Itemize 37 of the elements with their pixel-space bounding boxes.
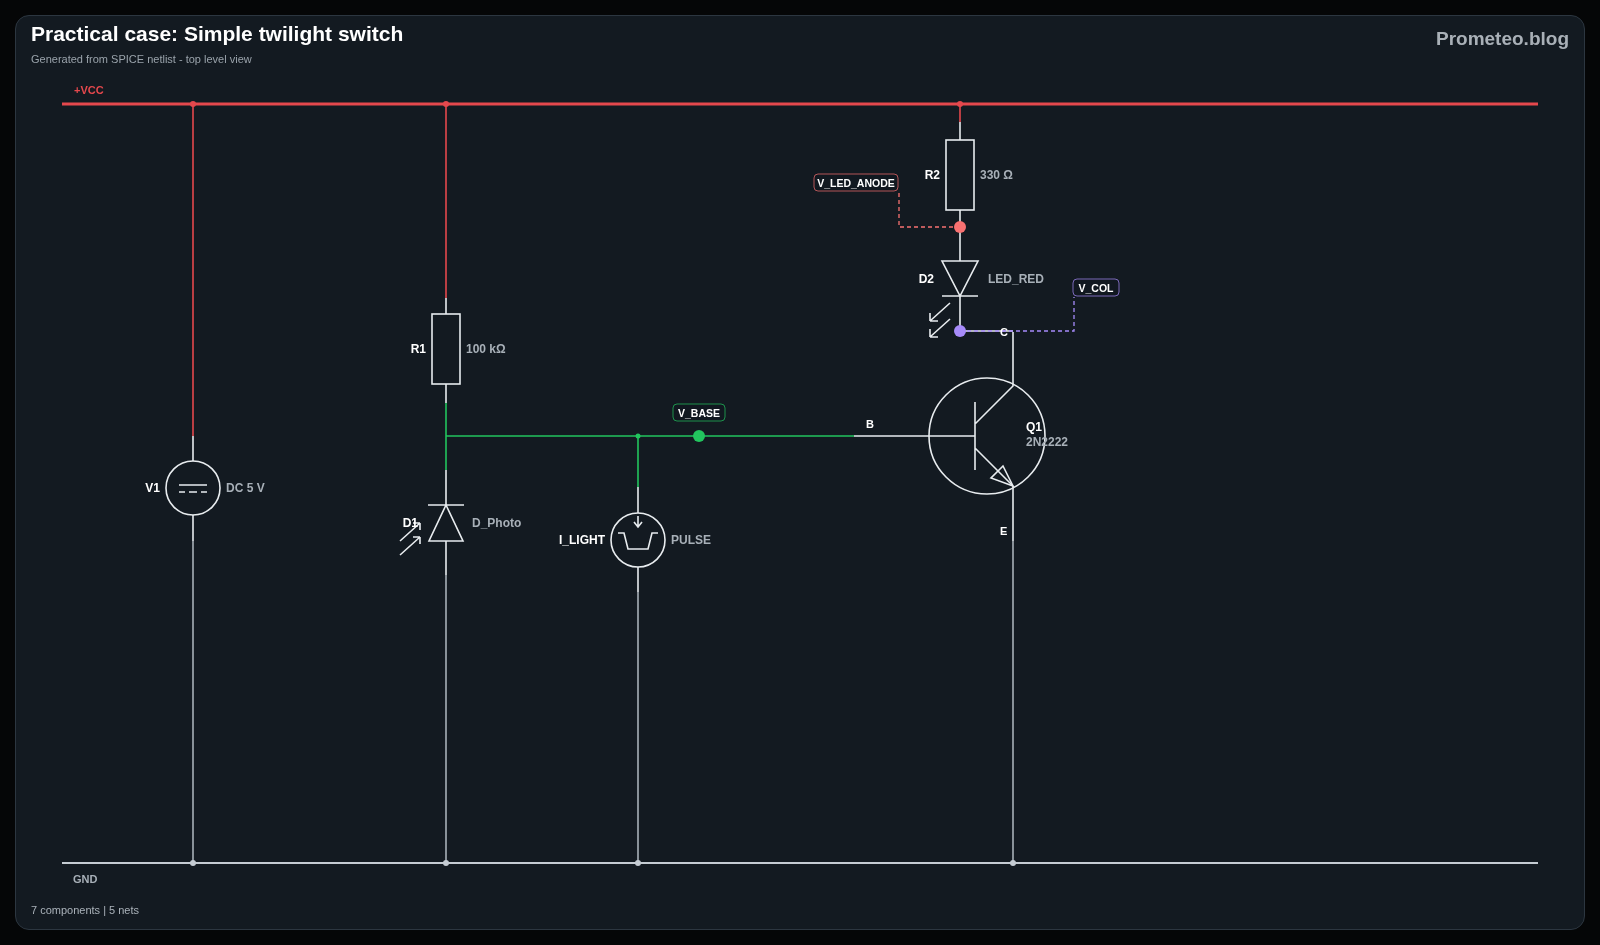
rail-label: GND: [73, 873, 98, 885]
component-ref: R2: [924, 168, 940, 182]
component-ref: Q1: [1026, 420, 1042, 434]
component-ref: R1: [410, 342, 426, 356]
junction-dot: [443, 101, 449, 107]
component-value: DC 5 V: [226, 481, 265, 495]
footer-status: 7 components | 5 nets: [30, 903, 141, 918]
net-label: V_COL: [1078, 282, 1114, 294]
junction-dot: [635, 860, 641, 866]
component-value: PULSE: [671, 533, 711, 547]
pulse-source-symbol: [610, 512, 666, 568]
dc-source-symbol: [165, 460, 221, 516]
net-label: V_BASE: [678, 407, 720, 419]
junction-dot: [443, 860, 449, 866]
component-ref: D2: [918, 272, 934, 286]
component-ref: V1: [145, 481, 160, 495]
component-ref: I_LIGHT: [559, 533, 605, 547]
page-title: Practical case: Simple twilight switch: [31, 22, 404, 46]
junction-dot: [635, 433, 641, 439]
junction-dot: [957, 101, 963, 107]
component-value: LED_RED: [988, 272, 1044, 286]
net-label: V_LED_ANODE: [817, 177, 895, 189]
junction-dot: [190, 860, 196, 866]
junction-dot: [1010, 860, 1016, 866]
rail-label: +VCC: [74, 84, 104, 96]
component-value: 330 Ω: [980, 168, 1013, 182]
pin-label: B: [866, 418, 874, 430]
component-value: 100 kΩ: [466, 342, 506, 356]
resistor-symbol: [431, 313, 461, 385]
page-subtitle: Generated from SPICE netlist - top level view: [31, 53, 253, 65]
component-value: D_Photo: [472, 516, 522, 530]
pin-label: E: [1000, 525, 1008, 537]
junction-dot: [190, 101, 196, 107]
component-ref: D1: [402, 516, 418, 530]
photodiode-symbol: [399, 504, 465, 556]
brand-name: Prometeo.blog: [1436, 28, 1569, 50]
resistor-symbol: [945, 139, 975, 211]
